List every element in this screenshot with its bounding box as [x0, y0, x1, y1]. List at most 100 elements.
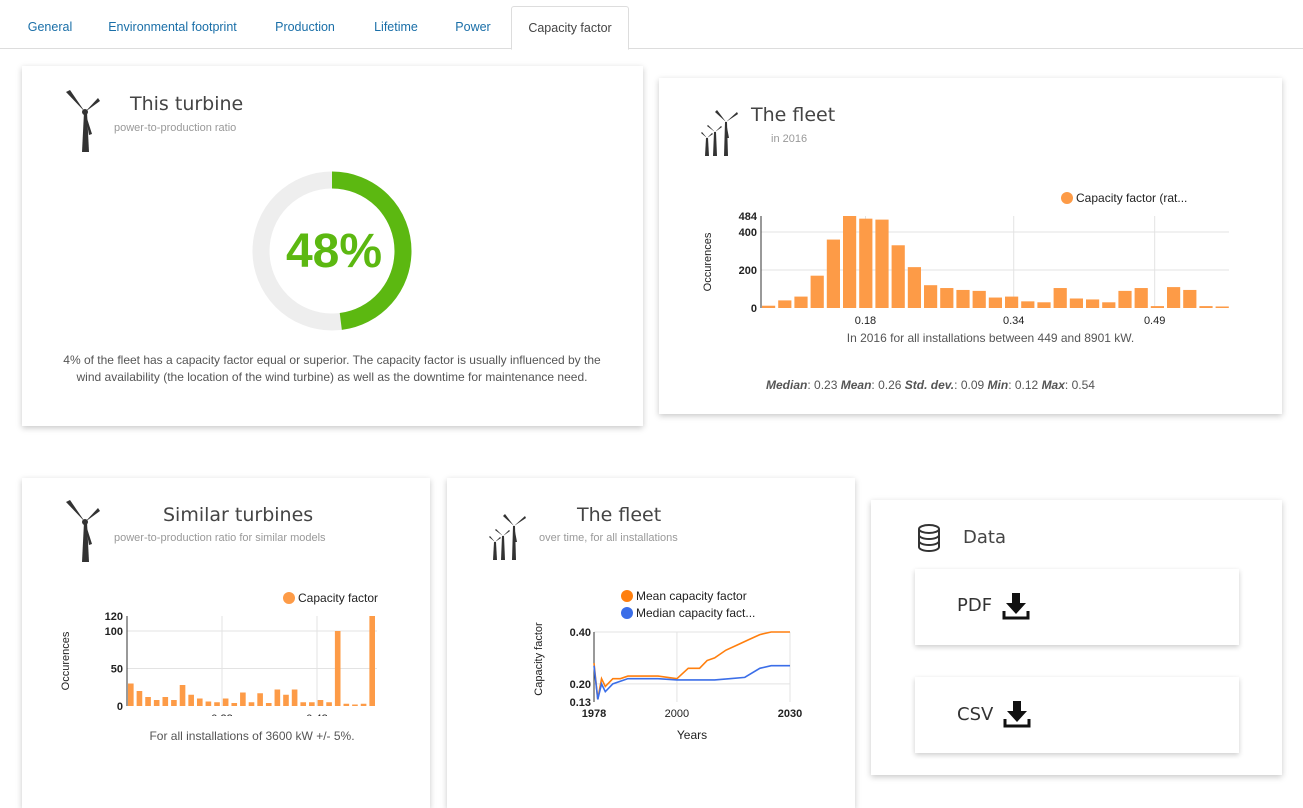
x-tick-label: 0.18	[855, 315, 876, 327]
histogram-bar	[205, 701, 212, 706]
y-tick-label: 400	[739, 227, 757, 239]
download-pdf-button[interactable]: PDF	[915, 569, 1239, 645]
x-tick-label: 0.34	[1003, 315, 1024, 327]
stat-value: 0.23	[814, 378, 838, 392]
fleet-time-line-chart: 0.130.200.401978 2000 2030Mean capacity fa…	[533, 589, 802, 742]
tab-production[interactable]: Production	[265, 0, 345, 49]
x-tick-label: 0.49	[1144, 315, 1165, 327]
y-tick-label: 0	[751, 303, 757, 315]
button-label: PDF	[957, 595, 993, 616]
y-tick-label: 484	[739, 211, 758, 223]
y-tick-label: 200	[739, 265, 757, 277]
tab-environmental-footprint[interactable]: Environmental footprint	[95, 0, 250, 49]
this-turbine-card: This turbine power-to-production ratio 4…	[22, 66, 643, 426]
tab-bar: General Environmental footprint Producti…	[0, 0, 1303, 50]
histogram-bar	[1005, 296, 1019, 308]
histogram-bar	[352, 704, 358, 706]
legend-marker	[283, 592, 295, 604]
histogram-bar	[222, 698, 229, 706]
y-tick-label: 0.40	[570, 627, 591, 639]
card-title: Similar turbines	[163, 504, 314, 526]
capacity-gauge: 48%	[252, 171, 412, 331]
database-icon	[918, 524, 940, 552]
data-card: Data PDF CSV	[871, 500, 1282, 775]
x-tick-label: 2000	[665, 708, 689, 720]
histogram-bar	[810, 275, 824, 308]
histogram-bar	[826, 239, 840, 308]
y-tick-label: 0	[117, 701, 123, 713]
card-subtitle: over time, for all installations	[539, 532, 678, 544]
histogram-bar	[1053, 288, 1067, 308]
y-tick-label: 100	[105, 626, 123, 638]
histogram-bar	[291, 689, 298, 706]
stat-label: Min	[987, 378, 1009, 392]
histogram-bar	[309, 702, 315, 706]
tab-power[interactable]: Power	[445, 0, 501, 49]
y-tick-label: 0.20	[570, 679, 591, 691]
similar-histogram: 0 50 100 120 0.38 0.48 Occurences Capacity fact…	[60, 591, 378, 716]
stat-value: 0.54	[1071, 378, 1095, 392]
button-label: CSV	[957, 704, 994, 725]
y-axis-label: Capacity factor	[533, 622, 545, 696]
x-tick-label: 2030	[778, 708, 802, 720]
card-subtitle: power-to-production ratio	[114, 122, 237, 134]
histogram-bar	[214, 702, 220, 706]
fleet-histogram: 0 200 400 484 0.18 0.34 0.49 Occurences Capacity…	[702, 191, 1229, 327]
tab-general[interactable]: General	[20, 0, 80, 49]
tab-lifetime[interactable]: Lifetime	[361, 0, 431, 49]
histogram-bar	[907, 267, 921, 308]
legend-label: Capacity factor	[298, 591, 378, 605]
histogram-bar	[188, 694, 194, 706]
fleet-over-time-card: The fleet over time, for all installatio…	[447, 478, 855, 808]
histogram-bar	[283, 694, 289, 706]
legend-marker	[1061, 192, 1073, 204]
histogram-bar	[171, 700, 177, 706]
fleet-2016-card: The fleet in 2016 0 200 400 484 0.18 0.34 0.49…	[659, 78, 1282, 414]
fleet-stats: Median: 0.23 Mean: 0.26 Std. dev.: 0.09 …	[766, 378, 1095, 392]
download-icon	[1002, 593, 1030, 620]
capacity-description: 4% of the fleet has a capacity factor eq…	[63, 353, 601, 385]
histogram-bar	[988, 297, 1002, 308]
stat-value: 0.09	[960, 378, 985, 392]
card-title: This turbine	[130, 93, 244, 115]
card-title: Data	[963, 527, 1006, 548]
histogram-bar	[1215, 306, 1229, 308]
card-title: The fleet	[577, 504, 662, 526]
histogram-bar	[265, 703, 272, 706]
histogram-bar	[956, 289, 970, 308]
histogram-bar	[778, 300, 792, 308]
histogram-bar	[240, 692, 246, 706]
y-tick-label: 120	[105, 611, 123, 623]
x-tick-label: 0.48	[306, 713, 327, 716]
histogram-bar	[762, 305, 776, 308]
wind-turbine-icon	[66, 90, 100, 152]
y-axis-label: Occurences	[60, 631, 72, 690]
download-csv-button[interactable]: CSV	[915, 677, 1239, 753]
histogram-bar	[1150, 306, 1164, 308]
histogram-bar	[231, 703, 238, 706]
histogram-bar	[794, 296, 808, 308]
card-subtitle: power-to-production ratio for similar mo…	[114, 532, 326, 544]
tab-capacity-factor[interactable]: Capacity factor	[511, 6, 629, 50]
histogram-bar	[369, 616, 375, 706]
histogram-bar	[317, 700, 324, 706]
histogram-bar	[334, 631, 341, 706]
histogram-bar	[179, 685, 186, 706]
chart-caption: For all installations of 3600 kW +/- 5%.	[149, 729, 355, 743]
download-icon	[1003, 701, 1031, 728]
histogram-bar	[1102, 302, 1116, 308]
histogram-bar	[360, 703, 367, 706]
stat-value: 0.26	[878, 378, 902, 392]
wind-farm-icon	[701, 110, 738, 156]
histogram-bar	[972, 290, 986, 308]
histogram-bar	[1021, 301, 1035, 308]
x-tick-label: 1978	[582, 708, 606, 720]
card-title: The fleet	[751, 104, 836, 126]
histogram-bar	[1037, 302, 1051, 308]
histogram-bar	[274, 689, 281, 706]
histogram-bar	[136, 691, 143, 706]
histogram-bar	[128, 683, 134, 706]
histogram-bar	[1118, 290, 1132, 308]
legend-marker	[621, 607, 633, 619]
stat-label: Max	[1041, 378, 1065, 392]
